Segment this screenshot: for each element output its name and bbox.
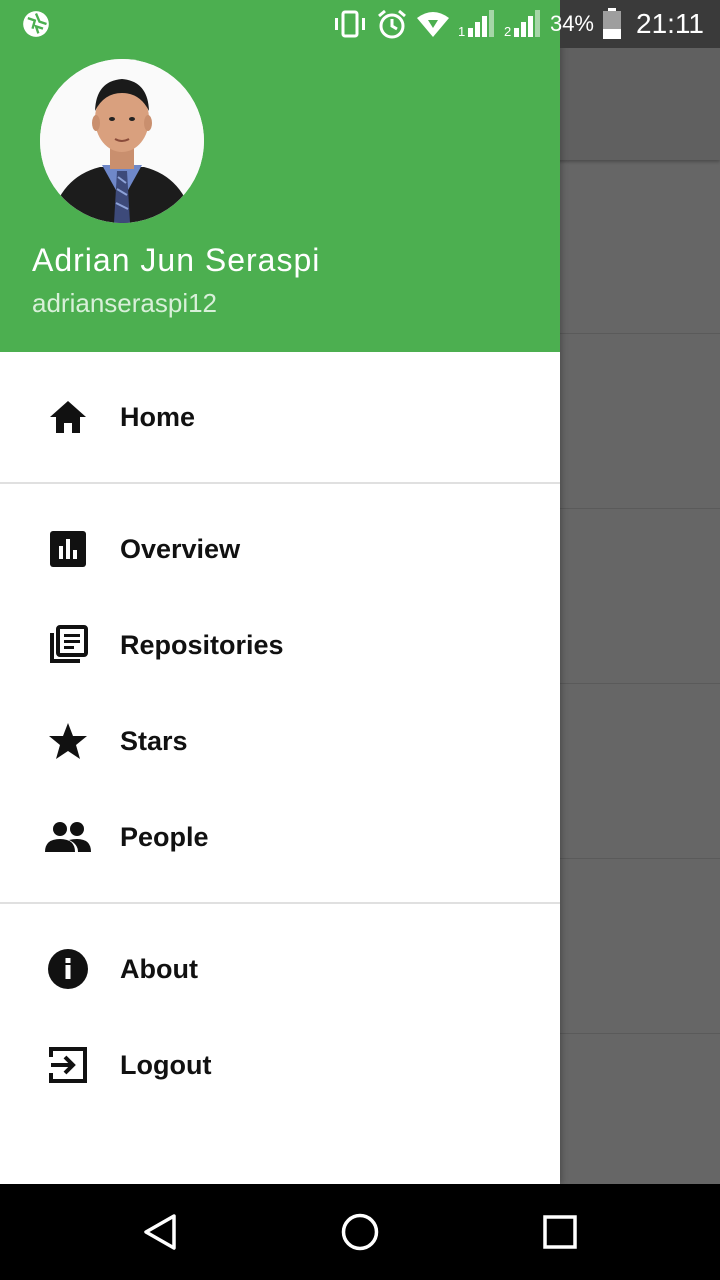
- user-handle: adrianseraspi12: [32, 288, 218, 318]
- home-button[interactable]: [336, 1208, 384, 1256]
- status-bar: 1 2 34% 21:11: [0, 0, 720, 48]
- navigation-drawer: Adrian Jun Seraspi adrianseraspi12 Home …: [0, 0, 560, 1184]
- menu-item-repositories[interactable]: Repositories: [0, 597, 560, 693]
- recents-button[interactable]: [536, 1208, 584, 1256]
- sim2-label: 2: [503, 24, 512, 39]
- wifi-icon: [416, 12, 449, 37]
- signal-icon: [467, 10, 494, 37]
- sim1-label: 1: [457, 24, 466, 39]
- menu-item-stars[interactable]: Stars: [0, 693, 560, 789]
- recents-icon: [543, 1215, 577, 1249]
- drawer-header: Adrian Jun Seraspi adrianseraspi12: [0, 48, 560, 352]
- people-icon: [44, 813, 92, 861]
- battery-icon: [603, 8, 621, 39]
- logout-icon: [44, 1041, 92, 1089]
- menu-label-repositories: Repositories: [120, 629, 284, 660]
- menu-label-stars: Stars: [120, 725, 188, 756]
- chart-icon: [44, 525, 92, 573]
- home-circle-icon: [341, 1213, 379, 1251]
- menu-item-people[interactable]: People: [0, 789, 560, 885]
- battery-percent: 34%: [549, 11, 594, 36]
- menu-item-logout[interactable]: Logout: [0, 1017, 560, 1113]
- info-icon: [44, 945, 92, 993]
- avatar[interactable]: [40, 59, 204, 223]
- menu-label-overview: Overview: [120, 533, 241, 564]
- vibrate-icon: [334, 10, 365, 38]
- home-icon: [44, 393, 92, 441]
- menu-item-home[interactable]: Home: [0, 369, 560, 465]
- drawer-menu: Home Overview Repositories Stars People …: [0, 352, 560, 1113]
- system-nav-bar: [0, 1184, 720, 1280]
- signal-icon: [513, 10, 540, 37]
- menu-label-home: Home: [120, 401, 196, 432]
- repo-icon: [44, 621, 92, 669]
- back-icon: [144, 1214, 176, 1250]
- signal-sim1: 1: [458, 9, 496, 39]
- clock: 21:11: [636, 8, 704, 39]
- aperture-icon: [23, 11, 49, 37]
- menu-item-about[interactable]: About: [0, 921, 560, 1017]
- menu-label-people: People: [120, 821, 209, 852]
- star-icon: [44, 717, 92, 765]
- back-button[interactable]: [136, 1208, 184, 1256]
- menu-label-about: About: [120, 953, 198, 984]
- status-icons: 1 2 34% 21:11: [332, 0, 720, 48]
- user-name: Adrian Jun Seraspi: [32, 242, 321, 278]
- menu-label-logout: Logout: [120, 1049, 212, 1080]
- avatar-photo: [40, 59, 204, 223]
- menu-item-overview[interactable]: Overview: [0, 501, 560, 597]
- signal-sim2: 2: [504, 9, 542, 39]
- alarm-icon: [377, 9, 406, 39]
